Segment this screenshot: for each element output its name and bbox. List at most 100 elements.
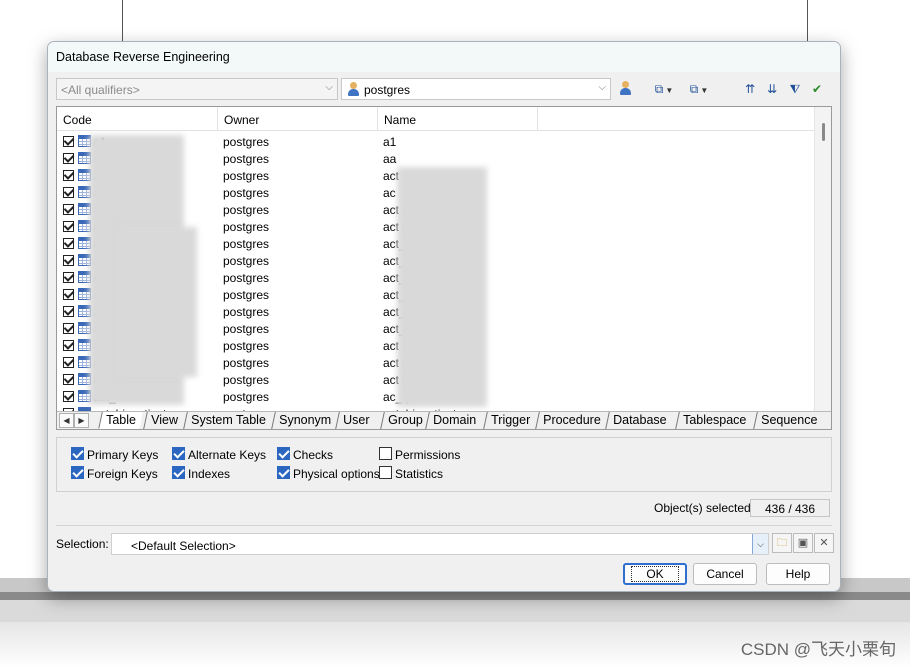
chevron-down-icon[interactable]: ⌵ [752,534,768,554]
cell-owner: postgres [223,169,270,183]
primary-keys-option[interactable]: Primary Keys [71,447,158,463]
column-header-code[interactable]: Code [57,107,218,131]
row-checkbox[interactable] [63,289,74,300]
window-title: Database Reverse Engineering [56,50,230,64]
tab-synonym[interactable]: Synonym [271,412,338,429]
selection-label: Selection: [56,537,109,551]
object-list[interactable]: Code Owner Name a1postgresa1apostgresaaa… [56,106,832,430]
column-header-owner[interactable]: Owner [218,107,378,131]
tab-label: Database [613,413,667,427]
tab-scroll-right-button[interactable]: ▶ [74,413,89,428]
row-checkbox[interactable] [63,136,74,147]
row-checkbox[interactable] [63,272,74,283]
tab-domain[interactable]: Domain [425,412,483,429]
apply-filter-button[interactable]: ✔ [808,79,826,99]
tab-view[interactable]: View [143,412,185,429]
indexes-checkbox[interactable] [172,466,185,479]
ok-button[interactable]: OK [623,563,687,585]
primary-keys-checkbox[interactable] [71,447,84,460]
physical-options-option[interactable]: Physical options [277,466,380,482]
tab-tablespace[interactable]: Tablespace [675,412,754,429]
permissions-checkbox[interactable] [379,447,392,460]
row-checkbox[interactable] [63,153,74,164]
alternate-keys-label: Alternate Keys [188,448,267,462]
row-checkbox[interactable] [63,170,74,181]
tab-scroll-left-button[interactable]: ◀ [59,413,74,428]
tab-label: User [343,413,370,427]
cancel-button[interactable]: Cancel [693,563,757,585]
row-checkbox[interactable] [63,187,74,198]
filter-button[interactable]: ⧨ [786,79,804,99]
row-checkbox[interactable] [63,204,74,215]
checks-checkbox[interactable] [277,447,290,460]
selection-combo[interactable]: <Default Selection> ⌵ [111,533,769,555]
tab-procedure[interactable]: Procedure [535,412,608,429]
column-header-name[interactable]: Name [378,107,538,131]
tab-trigger[interactable]: Trigger [483,412,537,429]
tab-sequence[interactable]: Sequence [753,412,825,429]
physical-options-label: Physical options [293,467,380,481]
cell-name: a1 [383,135,397,149]
row-checkbox[interactable] [63,255,74,266]
vertical-scrollbar[interactable] [814,107,831,413]
row-checkbox[interactable] [63,391,74,402]
row-checkbox[interactable] [63,221,74,232]
tab-group[interactable]: Group [380,412,430,429]
sort-descending-button[interactable]: ⇊ [764,79,780,99]
tab-label: Trigger [491,413,531,427]
tab-label: Domain [433,413,477,427]
alternate-keys-checkbox[interactable] [172,447,185,460]
sort-down-icon: ⇊ [766,82,778,96]
sort-up-icon: ⇈ [744,82,756,96]
cell-owner: postgres [223,254,270,268]
row-checkbox[interactable] [63,323,74,334]
cell-owner: postgres [223,339,270,353]
blurred-region [397,167,487,407]
tab-table[interactable]: Table [98,412,143,429]
tab-label: Tablespace [683,413,747,427]
physical-options-checkbox[interactable] [277,466,290,479]
open-selection-button[interactable]: 🗀 [772,533,792,553]
row-checkbox[interactable] [63,340,74,351]
selected-count-value: 436 / 436 [750,499,830,517]
statistics-option[interactable]: Statistics [379,466,443,482]
statistics-checkbox[interactable] [379,466,392,479]
permissions-label: Permissions [395,448,461,462]
sort-ascending-button[interactable]: ⇈ [742,79,758,99]
row-checkbox[interactable] [63,306,74,317]
select-user-button[interactable] [616,79,634,99]
checks-option[interactable]: Checks [277,447,333,463]
tab-label: Procedure [543,413,601,427]
tab-label: Synonym [279,413,332,427]
row-checkbox[interactable] [63,357,74,368]
tab-label: View [151,413,178,427]
type-tab-strip: ◀ ▶ Table View System Table Synonym User Grou… [57,411,831,429]
cell-name: aa [383,152,397,166]
help-button[interactable]: Help [766,563,830,585]
indexes-label: Indexes [188,467,231,481]
cell-owner: postgres [223,237,270,251]
row-checkbox[interactable] [63,238,74,249]
tab-user[interactable]: User [335,412,377,429]
foreign-keys-checkbox[interactable] [71,466,84,479]
selection-value: <Default Selection> [131,539,236,553]
divider [56,525,832,526]
foreign-keys-option[interactable]: Foreign Keys [71,466,158,482]
tab-system-table[interactable]: System Table [183,412,273,429]
row-checkbox[interactable] [63,374,74,385]
tab-label: Sequence [761,413,818,427]
indexes-option[interactable]: Indexes [172,466,230,482]
dropdown-arrow-icon: ▼ [665,86,674,95]
copy-icon: ⧉ [654,82,664,96]
alternate-keys-option[interactable]: Alternate Keys [172,447,266,463]
permissions-option[interactable]: Permissions [379,447,460,463]
tab-database[interactable]: Database [605,412,674,429]
title-bar[interactable]: Database Reverse Engineering [48,42,840,72]
scrollbar-thumb[interactable] [822,123,825,141]
save-selection-button[interactable]: ▣ [793,533,813,553]
delete-selection-button[interactable]: ✕ [814,533,834,553]
select-all-button[interactable]: ⧉ ▼ [649,79,679,99]
deselect-all-button[interactable]: ⧉ ▼ [684,79,714,99]
cell-owner: postgres [223,220,270,234]
owner-combo[interactable]: postgres ⌵ [341,78,611,100]
